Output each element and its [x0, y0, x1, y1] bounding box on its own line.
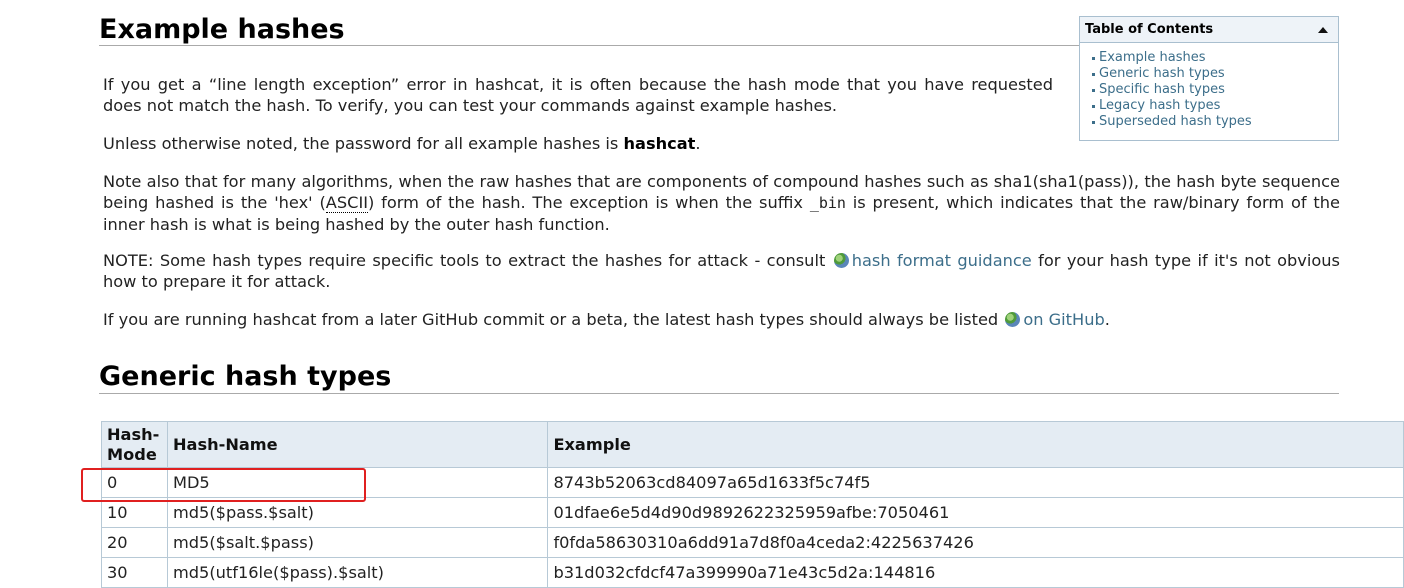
- paragraph-text: .: [695, 134, 701, 153]
- table-of-contents: Table of Contents Example hashes Generic…: [1079, 16, 1339, 141]
- example-cell: 01dfae6e5d4d90d9892622325959afbe:7050461: [547, 497, 1404, 528]
- section-title-generic-hash-types: Generic hash types: [99, 361, 392, 392]
- link-label: on GitHub: [1023, 310, 1105, 329]
- hash-mode-cell: 30: [101, 557, 168, 588]
- hash-types-table: Hash- Mode Hash-Name Example 0 MD5 8743b5…: [101, 421, 1404, 588]
- paragraph-github: If you are running hashcat from a later …: [103, 309, 1340, 330]
- toc-item-generic-hash-types[interactable]: Generic hash types: [1092, 66, 1338, 82]
- globe-icon: [833, 253, 849, 268]
- column-header-example[interactable]: Example: [547, 421, 1404, 468]
- toc-list: Example hashes Generic hash types Specif…: [1080, 43, 1338, 130]
- md5-row-highlight-annotation: [81, 468, 366, 502]
- toc-item-specific-hash-types[interactable]: Specific hash types: [1092, 82, 1338, 98]
- password-value: hashcat: [623, 134, 696, 153]
- toc-title: Table of Contents: [1085, 22, 1214, 37]
- paragraph-text: If you get a “line length exception” err…: [103, 75, 1053, 115]
- hash-name-cell: md5($salt.$pass): [166, 527, 549, 558]
- bin-suffix-code: _bin: [809, 194, 846, 212]
- table-row: 10 md5($pass.$salt) 01dfae6e5d4d90d98926…: [101, 497, 1404, 528]
- toc-item-superseded-hash-types[interactable]: Superseded hash types: [1092, 114, 1338, 130]
- github-link[interactable]: on GitHub: [1003, 310, 1105, 329]
- column-header-hash-name[interactable]: Hash-Name: [166, 421, 549, 468]
- toc-item-example-hashes[interactable]: Example hashes: [1092, 50, 1338, 66]
- globe-icon: [1005, 312, 1021, 327]
- paragraph-compound-hashes: Note also that for many algorithms, when…: [103, 171, 1340, 235]
- table-row: 30 md5(utf16le($pass).$salt) b31d032cfdc…: [101, 557, 1404, 588]
- header-label: Mode: [107, 444, 157, 464]
- example-cell: b31d032cfdcf47a399990a71e43c5d2a:144816: [547, 557, 1404, 588]
- table-row: 20 md5($salt.$pass) f0fda58630310a6dd91a…: [101, 527, 1404, 558]
- paragraph-note: NOTE: Some hash types require specific t…: [103, 250, 1340, 292]
- table-header-row: Hash- Mode Hash-Name Example: [101, 421, 1404, 468]
- paragraph-text: If you are running hashcat from a later …: [103, 310, 1004, 329]
- hash-format-guidance-link[interactable]: hash format guidance: [832, 251, 1032, 270]
- example-cell: f0fda58630310a6dd91a7d8f0a4ceda2:4225637…: [547, 527, 1404, 558]
- collapse-arrow-icon[interactable]: [1318, 27, 1328, 33]
- toc-item-legacy-hash-types[interactable]: Legacy hash types: [1092, 98, 1338, 114]
- hash-mode-cell: 10: [101, 497, 168, 528]
- hash-name-cell: md5($pass.$salt): [166, 497, 549, 528]
- hash-mode-cell: 20: [101, 527, 168, 558]
- column-header-hash-mode[interactable]: Hash- Mode: [101, 421, 168, 468]
- paragraph-text: .: [1104, 310, 1110, 329]
- paragraph-line-length: If you get a “line length exception” err…: [103, 74, 1053, 116]
- hash-name-cell: md5(utf16le($pass).$salt): [166, 557, 549, 588]
- paragraph-text: ) form of the hash. The exception is whe…: [368, 193, 810, 212]
- header-label: Hash-: [107, 424, 160, 444]
- ascii-abbreviation[interactable]: ASCII: [325, 193, 368, 213]
- paragraph-text: Unless otherwise noted, the password for…: [103, 134, 624, 153]
- toc-header[interactable]: Table of Contents: [1080, 17, 1338, 43]
- link-label: hash format guidance: [851, 251, 1032, 270]
- paragraph-text: NOTE: Some hash types require specific t…: [103, 251, 832, 270]
- example-cell: 8743b52063cd84097a65d1633f5c74f5: [547, 467, 1404, 498]
- section-divider: [99, 393, 1339, 394]
